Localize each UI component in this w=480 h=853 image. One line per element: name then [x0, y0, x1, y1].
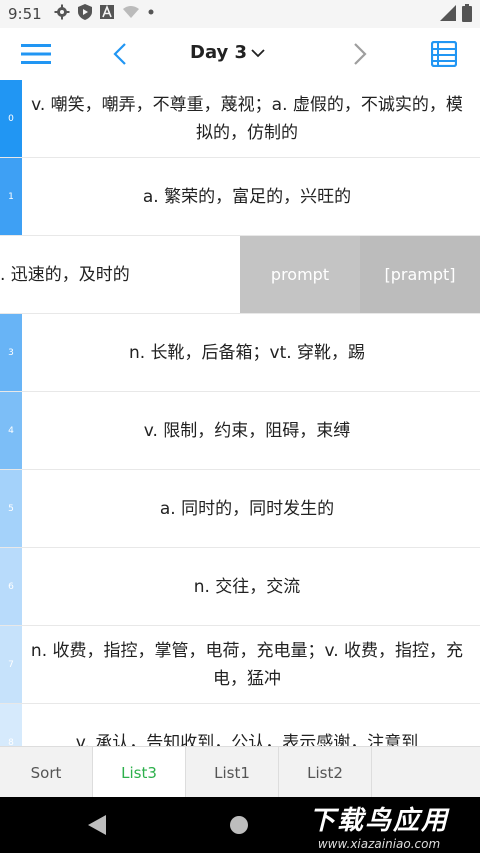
row-meaning: v. 限制，约束，阻碍，束缚 [143, 420, 351, 441]
dot-icon [148, 9, 154, 15]
list-item[interactable]: 6 n. 交往，交流 [0, 548, 480, 626]
list-item[interactable]: 5 a. 同时的，同时发生的 [0, 470, 480, 548]
list-item[interactable]: 7 n. 收费，指控，掌管，电荷，充电量；v. 收费，指控，充电，猛冲 [0, 626, 480, 704]
row-meaning: v. 承认，告知收到，公认，表示感谢，注意到 [75, 732, 419, 747]
previous-day-button[interactable] [100, 28, 140, 80]
list-view-button[interactable] [420, 28, 468, 80]
row-meaning: n. 收费，指控，掌管，电荷，充电量；v. 收费，指控，充电，猛冲 [30, 640, 464, 689]
row-meaning: v. 嘲笑，嘲弄，不尊重，蔑视；a. 虚假的，不诚实的，模拟的，仿制的 [31, 94, 463, 143]
row-meaning: a. 繁荣的，富足的，兴旺的 [142, 186, 352, 207]
row-index: 3 [0, 314, 22, 391]
row-index: 7 [0, 626, 22, 703]
row-meaning: . 迅速的，及时的 [0, 264, 130, 285]
row-index: 1 [0, 158, 22, 235]
list-item[interactable]: 8 v. 承认，告知收到，公认，表示感谢，注意到 [0, 704, 480, 746]
battery-icon [462, 4, 472, 22]
home-icon [230, 816, 248, 834]
list-item[interactable]: 4 v. 限制，约束，阻碍，束缚 [0, 392, 480, 470]
list-item[interactable]: 1 a. 繁荣的，富足的，兴旺的 [0, 158, 480, 236]
status-icons-left [54, 4, 154, 20]
chevron-right-icon [354, 43, 367, 65]
next-day-button[interactable] [340, 28, 380, 80]
menu-icon [21, 44, 51, 64]
watermark-title: 下载鸟应用 [308, 805, 449, 836]
phonetic-button[interactable]: [prampt] [360, 236, 480, 313]
page-title: Day 3 [190, 42, 248, 63]
list-item[interactable]: 0 v. 嘲笑，嘲弄，不尊重，蔑视；a. 虚假的，不诚实的，模拟的，仿制的 [0, 80, 480, 158]
bottom-tab-bar: Sort List3 List1 List2 [0, 746, 480, 798]
row-index: 4 [0, 392, 22, 469]
list-item[interactable]: 3 n. 长靴，后备箱；vt. 穿靴，踢 [0, 314, 480, 392]
row-index: 0 [0, 80, 22, 157]
shield-icon [78, 4, 92, 20]
a-icon [100, 5, 114, 19]
app-bar: Day 3 [0, 28, 480, 81]
row-index: 5 [0, 470, 22, 547]
status-icons-right [440, 4, 472, 22]
list-item-swiped[interactable]: . 迅速的，及时的 prompt [prampt] [0, 236, 480, 314]
back-icon [88, 815, 106, 835]
watermark-url: www.xiazainiao.com [317, 836, 441, 851]
row-index: 6 [0, 548, 22, 625]
word-list[interactable]: 0 v. 嘲笑，嘲弄，不尊重，蔑视；a. 虚假的，不诚实的，模拟的，仿制的 1 … [0, 80, 480, 746]
signal-icon [440, 5, 456, 21]
row-index: 8 [0, 704, 22, 746]
gear-icon [54, 4, 70, 20]
watermark-logo: 下载鸟应用 www.xiazainiao.com [284, 797, 474, 853]
prompt-button[interactable]: prompt [240, 236, 360, 313]
row-meaning: n. 交往，交流 [193, 576, 301, 597]
status-time: 9:51 [8, 5, 42, 23]
tab-list2[interactable]: List2 [279, 747, 372, 798]
chevron-left-icon [113, 43, 126, 65]
day-selector[interactable]: Day 3 [190, 42, 265, 63]
tab-list3[interactable]: List3 [93, 747, 186, 798]
chevron-down-icon [251, 48, 265, 57]
row-meaning: n. 长靴，后备箱；vt. 穿靴，踢 [128, 342, 366, 363]
tab-sort[interactable]: Sort [0, 747, 93, 798]
back-button[interactable] [86, 813, 108, 841]
menu-button[interactable] [10, 28, 62, 80]
row-meaning: a. 同时的，同时发生的 [159, 498, 335, 519]
wifi-icon [123, 6, 139, 18]
list-icon [431, 41, 457, 67]
status-bar: 9:51 [0, 0, 480, 28]
home-button[interactable] [228, 814, 250, 840]
tab-list1[interactable]: List1 [186, 747, 279, 798]
